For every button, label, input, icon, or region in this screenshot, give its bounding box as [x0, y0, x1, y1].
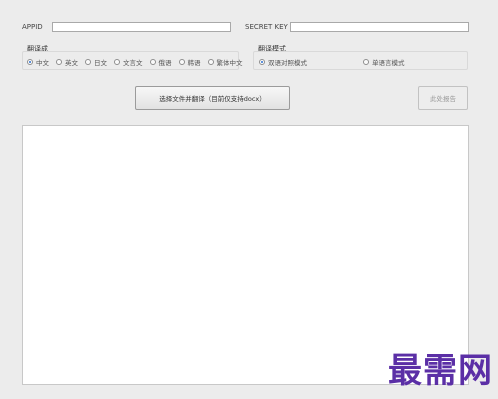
- radio-icon: [207, 59, 214, 65]
- lang-option-korean[interactable]: 韩语: [178, 57, 201, 67]
- radio-icon: [56, 59, 62, 65]
- lang-option-chinese[interactable]: 中文: [27, 57, 49, 67]
- secret-key-label: SECRET KEY: [245, 23, 288, 31]
- radio-icon: [363, 59, 369, 65]
- lang-option-classical[interactable]: 文言文: [114, 57, 143, 67]
- radio-icon: [149, 59, 156, 65]
- radio-icon: [85, 59, 91, 65]
- radio-icon: [259, 59, 265, 65]
- secret-key-input[interactable]: [290, 22, 469, 32]
- appid-label: APPID: [22, 23, 43, 31]
- radio-icon: [27, 59, 33, 65]
- lang-option-english[interactable]: 英文: [56, 57, 78, 67]
- mode-option-single[interactable]: 单语言模式: [363, 57, 405, 67]
- lang-option-traditional[interactable]: 繁体中文: [207, 57, 243, 67]
- lang-option-russian[interactable]: 俄语: [149, 57, 172, 67]
- site-watermark: 最需网: [388, 351, 493, 391]
- choose-file-translate-button[interactable]: 选择文件并翻译（目前仅支持docx）: [135, 86, 290, 110]
- appid-input[interactable]: [52, 22, 231, 32]
- target-language-options: 中文 英文 日文 文言文 俄语 韩语 繁体中文: [27, 57, 243, 67]
- feedback-button[interactable]: 此处报告: [418, 86, 468, 110]
- lang-option-japanese[interactable]: 日文: [85, 57, 107, 67]
- radio-icon: [178, 59, 185, 65]
- radio-icon: [114, 59, 120, 65]
- mode-option-bilingual[interactable]: 双语对照模式: [259, 57, 307, 67]
